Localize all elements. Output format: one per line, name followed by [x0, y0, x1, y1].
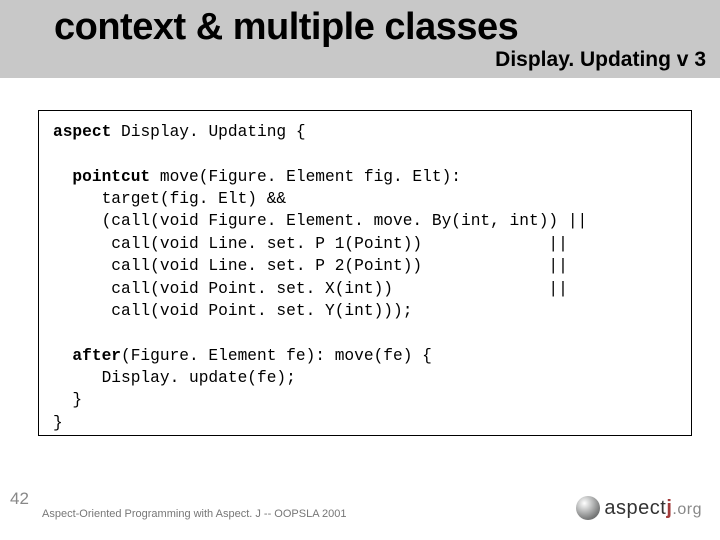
kw-pointcut: pointcut	[53, 168, 150, 186]
code-line-11: }	[53, 391, 82, 409]
footer-text: Aspect-Oriented Programming with Aspect.…	[42, 508, 346, 520]
slide-title: context & multiple classes	[54, 6, 518, 49]
code-line-8: call(void Point. set. Y(int)));	[53, 302, 412, 320]
code-line-2b: move(Figure. Element fig. Elt):	[150, 168, 461, 186]
code-line-6: call(void Line. set. P 2(Point)) ||	[53, 257, 568, 275]
code-box: aspect Display. Updating { pointcut move…	[38, 110, 692, 436]
logo-aspect: aspect	[604, 497, 666, 519]
code-line-1b: Display. Updating {	[111, 123, 305, 141]
code-line-9b: (Figure. Element fe): move(fe) {	[121, 347, 432, 365]
code-block: aspect Display. Updating { pointcut move…	[53, 121, 677, 434]
kw-after: after	[53, 347, 121, 365]
kw-aspect: aspect	[53, 123, 111, 141]
code-line-10: Display. update(fe);	[53, 369, 296, 387]
code-line-4: (call(void Figure. Element. move. By(int…	[53, 212, 587, 230]
slide-number: 42	[10, 489, 29, 509]
code-line-7: call(void Point. set. X(int)) ||	[53, 280, 568, 298]
code-line-3: target(fig. Elt) &&	[53, 190, 286, 208]
title-bar: context & multiple classes Display. Upda…	[0, 0, 720, 78]
logo: aspectj.org	[576, 496, 702, 520]
code-line-12: }	[53, 414, 63, 432]
logo-org: .org	[672, 501, 702, 518]
slide-subtitle: Display. Updating v 3	[495, 48, 706, 72]
code-line-5: call(void Line. set. P 1(Point)) ||	[53, 235, 568, 253]
slide: context & multiple classes Display. Upda…	[0, 0, 720, 540]
sphere-icon	[576, 496, 600, 520]
logo-text: aspectj.org	[604, 497, 702, 520]
